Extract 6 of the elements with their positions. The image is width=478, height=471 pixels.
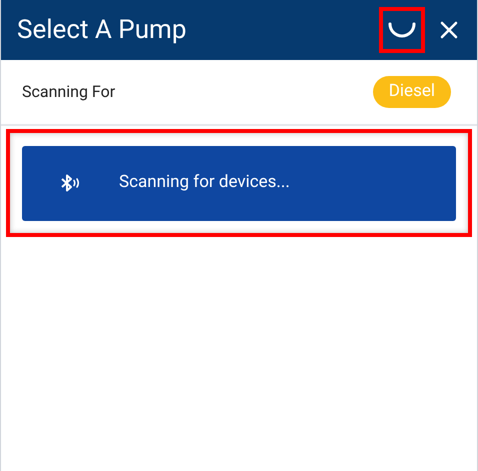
scan-button[interactable]: Scanning for devices... bbox=[22, 146, 456, 220]
fuel-badge: Diesel bbox=[372, 76, 451, 108]
window-title: Select A Pump bbox=[17, 14, 188, 46]
filter-label: Scanning For bbox=[22, 81, 116, 103]
close-icon bbox=[440, 21, 458, 39]
spinner-icon bbox=[387, 22, 417, 38]
